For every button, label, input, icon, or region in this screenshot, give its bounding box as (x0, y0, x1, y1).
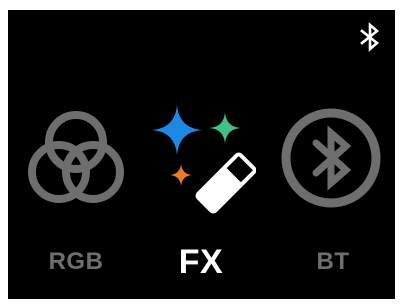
menu-item-label-fx: FX (178, 243, 224, 281)
menu-item-rgb[interactable]: RGB (21, 100, 131, 290)
device-screen: RGB FX BT (8, 10, 395, 299)
rgb-circles-icon (28, 111, 124, 203)
menu-item-label-rgb: RGB (48, 248, 104, 275)
bluetooth-icon (360, 22, 380, 52)
magic-wand-icon (195, 152, 256, 214)
sparkle-blue-icon (152, 105, 202, 155)
bluetooth-circle-icon (281, 108, 381, 208)
sparkle-green-icon (209, 112, 241, 144)
menu-item-fx[interactable]: FX (146, 100, 256, 290)
menu-item-label-bt: BT (316, 248, 350, 275)
menu-item-bt[interactable]: BT (278, 100, 388, 290)
magic-wand-sparkles-icon (152, 105, 256, 214)
sparkle-orange-icon (170, 164, 192, 186)
